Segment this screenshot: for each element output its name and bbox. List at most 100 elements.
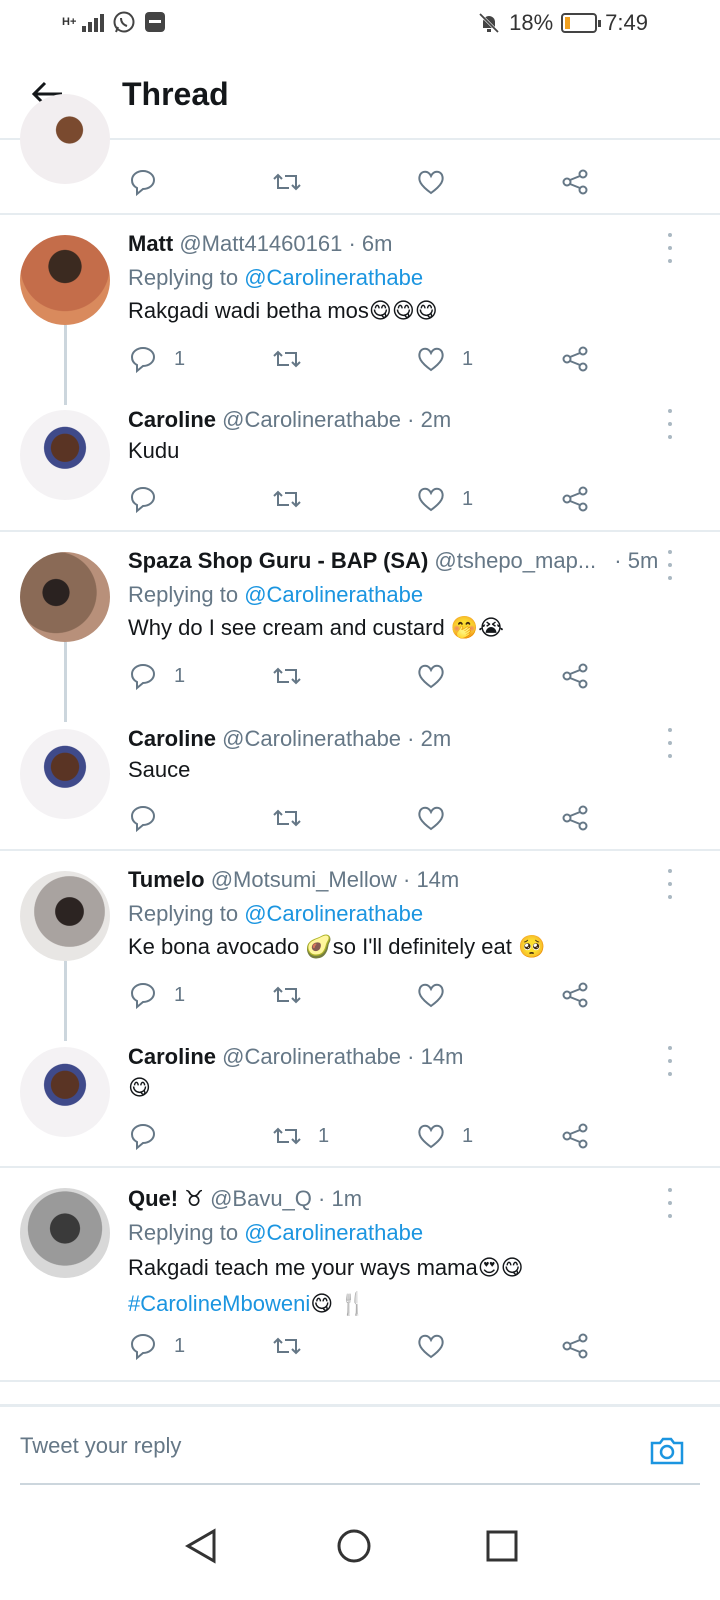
heart-icon [418, 983, 444, 1008]
share-button[interactable] [560, 1328, 590, 1364]
avatar[interactable] [20, 871, 110, 961]
more-options-button[interactable] [660, 728, 680, 758]
share-icon [562, 169, 588, 195]
tweet-text: Sauce [128, 757, 191, 782]
like-button[interactable] [416, 658, 462, 694]
tweet-time: · 14m [403, 867, 460, 892]
camera-button[interactable] [648, 1431, 686, 1469]
tweet-actions [128, 164, 608, 200]
user-handle: @Motsumi_Mellow [210, 867, 397, 892]
reply-button[interactable]: 1 [128, 977, 185, 1013]
replying-to-label: Replying to [128, 901, 239, 926]
tweet[interactable]: Spaza Shop Guru - BAP (SA) @tshepo_map..… [0, 532, 720, 722]
tweet[interactable]: Que! ♉ @Bavu_Q · 1m Replying to @Carolin… [0, 1168, 720, 1380]
heart-icon [418, 170, 444, 195]
reply-button[interactable] [128, 1118, 174, 1154]
retweet-button[interactable] [272, 977, 318, 1013]
tweet-time: · 14m [407, 1044, 464, 1069]
like-button[interactable] [416, 800, 462, 836]
tweet-text: Kudu [128, 438, 180, 463]
tweet-header: Spaza Shop Guru - BAP (SA) @tshepo_map..… [128, 548, 658, 574]
reply-button[interactable]: 1 [128, 341, 185, 377]
like-button[interactable] [416, 164, 446, 200]
replying-to-label: Replying to [128, 582, 239, 607]
avatar[interactable] [20, 1047, 110, 1137]
retweet-button[interactable]: 1 [272, 1118, 329, 1154]
reply-button[interactable]: 1 [128, 1328, 185, 1364]
share-icon [562, 346, 588, 372]
user-name[interactable]: Tumelo [128, 867, 205, 892]
reply-button[interactable] [128, 164, 158, 200]
mute-icon [479, 12, 500, 34]
user-name[interactable]: Que! ♉ [128, 1186, 204, 1211]
avatar[interactable] [20, 94, 110, 184]
more-options-button[interactable] [660, 869, 680, 899]
like-button[interactable]: 1 [416, 481, 473, 517]
tweet-text: 😋 [128, 1075, 151, 1100]
more-options-button[interactable] [660, 233, 680, 263]
triangle-back-icon [184, 1528, 216, 1564]
tweet[interactable]: Tumelo @Motsumi_Mellow · 14m Replying to… [0, 851, 720, 1041]
retweet-button[interactable] [272, 481, 318, 517]
share-button[interactable] [560, 164, 590, 200]
reply-button[interactable]: 1 [128, 658, 185, 694]
tweet-text-suffix: 😋 🍴 [310, 1291, 367, 1316]
tweet-text: Ke bona avocado 🥑so I'll definitely eat … [128, 934, 546, 959]
like-button[interactable]: 1 [416, 341, 473, 377]
like-button[interactable] [416, 977, 462, 1013]
tweet-text-line: Rakgadi teach me your ways mama😍😋 [128, 1255, 524, 1280]
user-name[interactable]: Matt [128, 231, 173, 256]
reply-button[interactable] [128, 800, 174, 836]
avatar[interactable] [20, 235, 110, 325]
like-button[interactable] [416, 1328, 462, 1364]
share-button[interactable] [560, 800, 590, 836]
tweet[interactable]: Caroline @Carolinerathabe · 14m 😋 1 1 [0, 1032, 720, 1167]
user-name[interactable]: Spaza Shop Guru - BAP (SA) [128, 548, 428, 573]
avatar[interactable] [20, 1188, 110, 1278]
more-options-button[interactable] [660, 550, 680, 580]
hashtag-link[interactable]: #CarolineMboweni [128, 1291, 310, 1316]
more-options-button[interactable] [660, 409, 680, 439]
share-button[interactable] [560, 481, 590, 517]
retweet-button[interactable] [272, 658, 318, 694]
nav-home-button[interactable] [334, 1526, 374, 1566]
share-button[interactable] [560, 977, 590, 1013]
nav-back-button[interactable] [182, 1526, 222, 1566]
user-name[interactable]: Caroline [128, 1044, 216, 1069]
avatar[interactable] [20, 729, 110, 819]
mention-link[interactable]: @Carolinerathabe [244, 1220, 423, 1245]
share-button[interactable] [560, 1118, 590, 1154]
retweet-button[interactable] [272, 341, 318, 377]
share-icon [562, 1333, 588, 1359]
more-options-button[interactable] [660, 1188, 680, 1218]
camera-icon [650, 1437, 684, 1465]
tweet[interactable]: Caroline @Carolinerathabe · 2m Kudu 1 [0, 395, 720, 530]
tweet-text: Why do I see cream and custard 🤭😭 [128, 615, 504, 640]
system-nav-bar [0, 1500, 720, 1600]
user-name[interactable]: Caroline [128, 726, 216, 751]
reply-input[interactable]: Tweet your reply [20, 1433, 580, 1459]
tweet-previous[interactable] [0, 94, 720, 214]
tweet-actions: 1 [128, 481, 608, 517]
avatar[interactable] [20, 552, 110, 642]
mention-link[interactable]: @Carolinerathabe [244, 582, 423, 607]
nav-recents-button[interactable] [482, 1526, 522, 1566]
retweet-button[interactable] [272, 1328, 318, 1364]
tweet[interactable]: Matt @Matt41460161 · 6m Replying to @Car… [0, 215, 720, 405]
reply-button[interactable] [128, 481, 174, 517]
share-button[interactable] [560, 658, 590, 694]
share-button[interactable] [560, 341, 590, 377]
more-options-button[interactable] [660, 1046, 680, 1076]
mention-link[interactable]: @Carolinerathabe [244, 901, 423, 926]
tweet-actions: 1 [128, 977, 608, 1013]
like-button[interactable]: 1 [416, 1118, 473, 1154]
battery-percent: 18% [509, 10, 554, 35]
tweet[interactable]: Caroline @Carolinerathabe · 2m Sauce [0, 714, 720, 849]
avatar[interactable] [20, 410, 110, 500]
mention-link[interactable]: @Carolinerathabe [244, 265, 423, 290]
signal-icon [82, 12, 104, 32]
retweet-button[interactable] [272, 800, 318, 836]
retweet-button[interactable] [272, 164, 302, 200]
user-name[interactable]: Caroline [128, 407, 216, 432]
share-icon [562, 663, 588, 689]
